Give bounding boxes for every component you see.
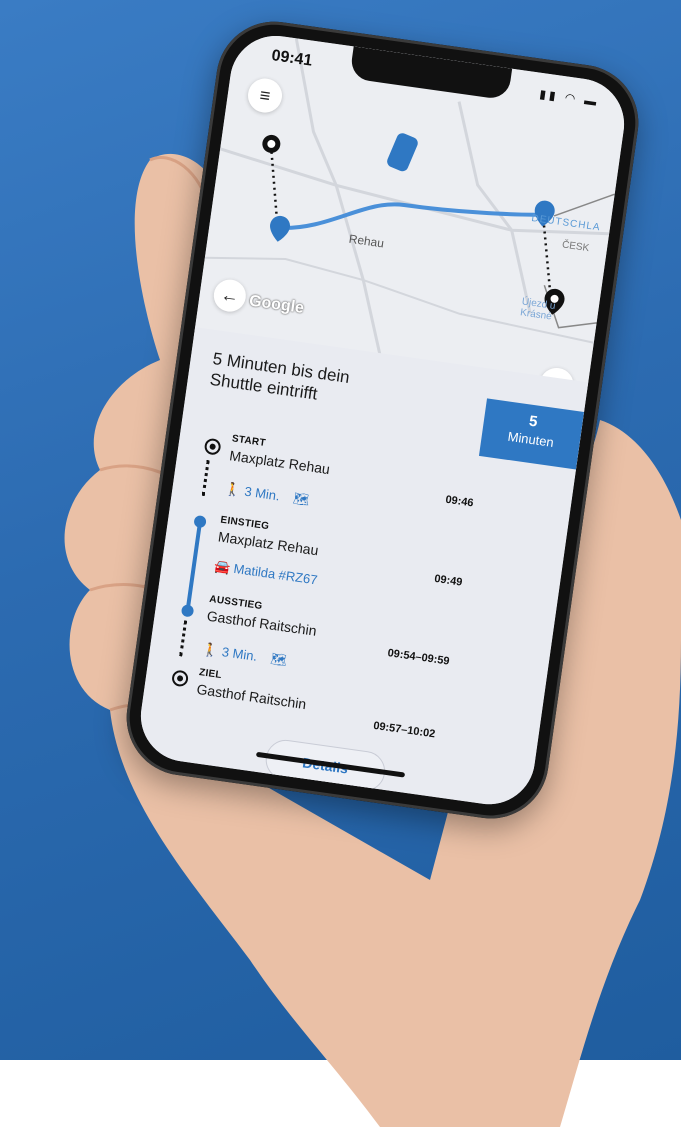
alight-icon	[180, 604, 195, 618]
vehicle-name: Matilda #RZ67	[232, 560, 319, 588]
walk-duration-2: 3 Min.	[220, 644, 259, 664]
step-board-place: Maxplatz Rehau	[217, 528, 320, 559]
step-start-time: 09:46	[444, 493, 475, 510]
step-start-label: START	[231, 433, 267, 449]
walk-connector	[201, 459, 213, 497]
start-icon	[203, 437, 222, 456]
walk-icon: 🚶	[223, 480, 243, 498]
walk-icon: 🚶	[201, 641, 220, 659]
walk-info-2: 🚶 3 Min. 🗺	[201, 641, 288, 669]
destination-icon	[171, 669, 190, 688]
eta-badge: 5 Minuten	[478, 398, 585, 470]
walk-connector-2	[179, 620, 191, 657]
trip-panel: 5 Minuten bis dein Shuttle eintrifft 5 M…	[134, 327, 589, 811]
map-icon[interactable]: 🗺	[292, 490, 310, 507]
map-icon[interactable]: 🗺	[270, 651, 288, 668]
ride-connector	[185, 521, 203, 612]
vehicle-info: 🚘 Matilda #RZ67	[213, 558, 319, 588]
walk-duration: 3 Min.	[243, 483, 281, 504]
walk-info: 🚶 3 Min. 🗺	[224, 481, 311, 509]
step-destination-place: Gasthof Raitschin	[195, 680, 308, 713]
step-destination-time: 09:57–10:02	[372, 719, 436, 741]
step-alight-time: 09:54–09:59	[386, 647, 451, 668]
eta-headline: 5 Minuten bis dein Shuttle eintrifft	[208, 348, 351, 404]
step-destination-label: ZIEL	[198, 667, 223, 682]
car-icon: 🚘	[213, 558, 232, 576]
step-start-place: Maxplatz Rehau	[228, 447, 331, 478]
step-alight-place: Gasthof Raitschin	[205, 607, 318, 639]
step-board-time: 09:49	[433, 572, 464, 589]
map-label-ujezd: Újezd u Krásné	[519, 296, 557, 323]
